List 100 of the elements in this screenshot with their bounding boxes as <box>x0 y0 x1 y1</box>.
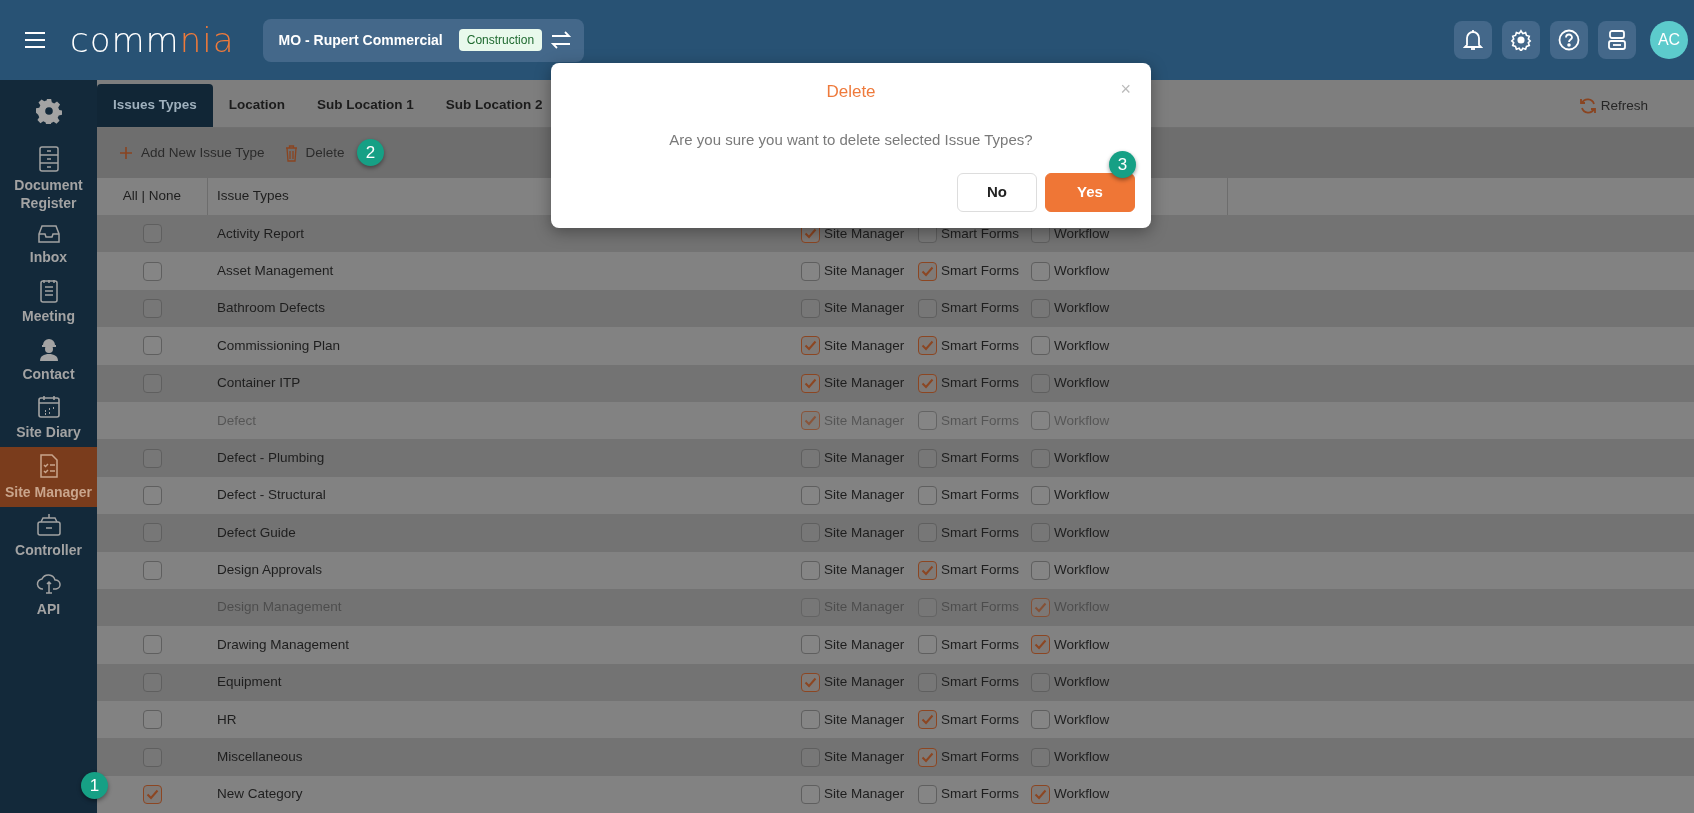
row-checkbox[interactable] <box>143 485 162 505</box>
checkbox[interactable] <box>918 785 937 805</box>
row-checkbox[interactable] <box>143 298 162 318</box>
tab[interactable]: Location <box>212 84 302 127</box>
check-icon <box>804 415 817 427</box>
check-icon <box>921 340 934 352</box>
settings-button[interactable] <box>1502 21 1540 59</box>
notifications-button[interactable] <box>1454 21 1492 59</box>
checkbox-label: Workflow <box>1054 523 1110 542</box>
checkbox[interactable] <box>1031 298 1050 318</box>
checkbox[interactable] <box>1031 785 1050 805</box>
check-icon <box>921 751 934 763</box>
checkbox[interactable] <box>918 448 937 468</box>
sidebar-item[interactable]: Controller <box>0 507 97 566</box>
checkbox[interactable] <box>918 672 937 692</box>
checkbox[interactable] <box>801 448 820 468</box>
checkbox-label: Site Manager <box>824 224 905 243</box>
checkbox[interactable] <box>801 523 820 543</box>
sidebar-item[interactable]: Document Register <box>0 140 97 219</box>
checkbox[interactable] <box>1031 448 1050 468</box>
checkbox[interactable] <box>801 336 820 356</box>
checkbox[interactable] <box>801 635 820 655</box>
checkbox[interactable] <box>918 298 937 318</box>
checkbox-label: Smart Forms <box>941 448 1019 467</box>
checkbox[interactable] <box>801 298 820 318</box>
row-checkbox[interactable] <box>143 672 162 692</box>
menu-icon[interactable] <box>24 31 46 49</box>
table-cell-text: Miscellaneous <box>216 748 304 767</box>
checkbox[interactable] <box>1031 672 1050 692</box>
checkbox[interactable] <box>801 747 820 767</box>
checkbox-label: Workflow <box>1054 710 1110 729</box>
checkbox-label: Site Manager <box>824 748 905 767</box>
row-checkbox[interactable] <box>143 261 162 281</box>
project-selector[interactable]: MO - Rupert Commercial Construction <box>262 18 585 62</box>
sidebar-item[interactable]: Contact <box>0 330 97 389</box>
checkbox-label: Workflow <box>1054 635 1110 654</box>
row-checkbox[interactable] <box>143 710 162 730</box>
checkbox[interactable] <box>801 710 820 730</box>
checkbox[interactable] <box>918 523 937 543</box>
checkbox[interactable] <box>918 710 937 730</box>
checkbox[interactable] <box>918 261 937 281</box>
sidebar-item[interactable]: Site Diary <box>0 388 97 448</box>
help-button[interactable] <box>1550 21 1588 59</box>
checkbox[interactable] <box>1031 373 1050 393</box>
row-checkbox[interactable] <box>143 224 162 244</box>
row-checkbox[interactable] <box>143 747 162 767</box>
row-checkbox[interactable] <box>143 523 162 543</box>
checkbox[interactable] <box>918 747 937 767</box>
checkbox[interactable] <box>918 485 937 505</box>
sidebar-item[interactable]: Meeting <box>0 272 97 331</box>
checkbox[interactable] <box>801 785 820 805</box>
row-checkbox[interactable] <box>143 373 162 393</box>
checkbox[interactable] <box>801 560 820 580</box>
checkbox-label: Site Manager <box>824 261 905 280</box>
checkbox[interactable] <box>918 560 937 580</box>
checkbox[interactable] <box>1031 485 1050 505</box>
cabinet-icon <box>37 146 60 172</box>
tab[interactable]: Sub Location 2 <box>429 84 559 127</box>
settings-icon <box>1510 29 1532 51</box>
checkbox[interactable] <box>918 373 937 393</box>
swap-icon[interactable] <box>550 30 573 50</box>
tab[interactable]: Issues Types <box>97 84 213 127</box>
settings-icon[interactable] <box>35 98 62 124</box>
checkbox[interactable] <box>801 485 820 505</box>
delete-button[interactable]: Delete <box>274 142 355 164</box>
checkbox[interactable] <box>1031 560 1050 580</box>
refresh-button[interactable]: Refresh <box>1572 94 1654 118</box>
checkbox[interactable] <box>801 672 820 692</box>
checkbox[interactable] <box>1031 635 1050 655</box>
checkbox[interactable] <box>918 336 937 356</box>
tab[interactable]: Sub Location 1 <box>301 84 430 127</box>
check-icon <box>804 340 817 352</box>
checkbox[interactable] <box>1031 710 1050 730</box>
bell-icon <box>1463 29 1483 51</box>
checkbox[interactable] <box>1031 523 1050 543</box>
sidebar-item[interactable]: Site Manager <box>0 447 97 508</box>
checkbox[interactable] <box>1031 747 1050 767</box>
row-checkbox[interactable] <box>143 560 162 580</box>
checkbox[interactable] <box>1031 336 1050 356</box>
row-checkbox[interactable] <box>143 785 162 805</box>
cancel-button[interactable]: No <box>957 173 1037 212</box>
row-checkbox[interactable] <box>143 336 162 356</box>
logo: comm nia <box>70 23 235 57</box>
sidebar-item[interactable]: API <box>0 565 97 624</box>
sidebar-item[interactable]: Inbox <box>0 218 97 273</box>
check-icon <box>1034 602 1047 614</box>
row-checkbox[interactable] <box>143 635 162 655</box>
calendar-icon <box>36 394 61 419</box>
row-checkbox[interactable] <box>143 448 162 468</box>
project-name: MO - Rupert Commercial <box>278 30 443 50</box>
checkbox[interactable] <box>1031 261 1050 281</box>
column-header: Issue Types <box>216 187 289 206</box>
add-issue-type-button[interactable]: Add New Issue Type <box>109 142 275 164</box>
checkbox[interactable] <box>918 635 937 655</box>
dialog-message: Are you sure you want to delete selected Issue Types? <box>668 129 1034 150</box>
checkbox[interactable] <box>801 261 820 281</box>
robot-button[interactable] <box>1598 21 1636 59</box>
checkbox[interactable] <box>801 373 820 393</box>
checkbox-label: Site Manager <box>824 635 905 654</box>
confirm-button[interactable]: Yes <box>1045 173 1135 212</box>
